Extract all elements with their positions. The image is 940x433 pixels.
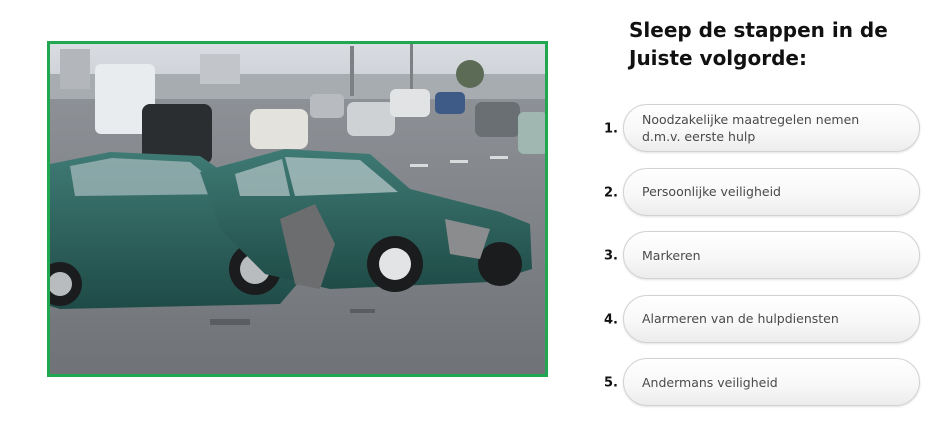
- step-number: 2.: [604, 185, 618, 200]
- draggable-step-card[interactable]: Persoonlijke veiligheid: [623, 167, 920, 216]
- step-label: Noodzakelijke maatregelen nemen d.m.v. e…: [642, 112, 860, 144]
- draggable-step-card[interactable]: Noodzakelijke maatregelen nemen d.m.v. e…: [623, 104, 920, 152]
- step-item: 5. Andermans veiligheid: [600, 358, 922, 408]
- step-item: 1. Noodzakelijke maatregelen nemen d.m.v…: [600, 104, 922, 154]
- draggable-step-card[interactable]: Andermans veiligheid: [623, 358, 920, 406]
- car-crash-photo: [47, 41, 548, 377]
- step-label: Alarmeren van de hulpdiensten: [642, 311, 839, 326]
- step-number: 1.: [604, 121, 618, 137]
- step-number: 4.: [604, 312, 618, 327]
- step-number: 5.: [604, 375, 618, 391]
- step-item: 3. Markeren: [600, 231, 922, 281]
- step-number: 3.: [604, 248, 618, 264]
- step-label: Markeren: [642, 247, 701, 263]
- draggable-step-card[interactable]: Markeren: [623, 231, 920, 279]
- exercise-title: Sleep de stappen in de Juiste volgorde:: [629, 18, 888, 70]
- step-label: Andermans veiligheid: [642, 374, 778, 390]
- step-label: Persoonlijke veiligheid: [642, 184, 781, 199]
- step-item: 2. Persoonlijke veiligheid: [600, 167, 922, 218]
- steps-list: 1. Noodzakelijke maatregelen nemen d.m.v…: [600, 104, 922, 422]
- draggable-step-card[interactable]: Alarmeren van de hulpdiensten: [623, 294, 920, 343]
- step-item: 4. Alarmeren van de hulpdiensten: [600, 294, 922, 345]
